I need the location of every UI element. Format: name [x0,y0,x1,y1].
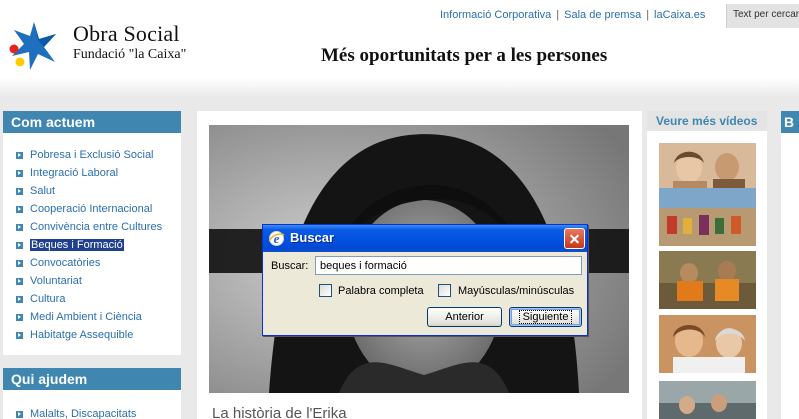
thumbnail-image-classroom [659,381,756,419]
sidebar-item-salut[interactable]: Salut [3,182,181,200]
sidebar-item-label: Habitatge Assequible [30,329,134,341]
match-case-checkbox[interactable] [438,284,451,297]
find-dialog-title: Buscar [290,230,335,245]
find-input[interactable] [315,256,582,275]
qui-ajudem-menu: Malalts, Discapacitats [3,390,181,419]
video-title[interactable]: La història de l'Erika [212,405,347,419]
sidebar-item-label: Malalts, Discapacitats [30,408,137,419]
logo-title[interactable]: Obra Social [73,21,180,47]
thumbnail-image-gardening [659,251,756,309]
arrow-bullet-icon [16,169,23,177]
arrow-bullet-icon [16,259,23,267]
close-icon[interactable] [564,228,585,249]
sidebar-item-label: Integració Laboral [30,167,119,179]
internet-explorer-icon: e [268,231,285,246]
sidebar-item-cooperacio[interactable]: Cooperació Internacional [3,200,181,218]
svg-text:e: e [274,231,280,246]
sidebar-item-label: Pobresa i Exclusió Social [30,149,154,161]
arrow-bullet-icon [16,205,23,213]
arrow-bullet-icon [16,295,23,303]
sidebar-item-malalts[interactable]: Malalts, Discapacitats [3,405,181,419]
more-videos-panel: Veure més vídeos [647,111,767,419]
sidebar-item-voluntariat[interactable]: Voluntariat [3,272,181,290]
sidebar-item-integracio-laboral[interactable]: Integració Laboral [3,164,181,182]
next-button[interactable]: Siguiente [509,307,582,327]
nav-separator: | [646,9,650,21]
arrow-bullet-icon [16,331,23,339]
page-tagline: Més oportunitats per a les persones [321,45,608,66]
right-edge-heading: B [781,111,799,133]
sidebar-item-label: Cultura [30,293,66,305]
next-button-label: Siguiente [518,310,573,324]
sidebar-item-cultura[interactable]: Cultura [3,290,181,308]
top-navigation: Informació Corporativa | Sala de premsa | la… [440,9,705,21]
arrow-bullet-icon [16,241,23,249]
sidebar-item-medi-ambient[interactable]: Medi Ambient i Ciència [3,308,181,326]
previous-button[interactable]: Anterior [427,307,502,327]
qui-ajudem-box: Qui ajudem Malalts, Discapacitats [3,368,181,419]
sidebar-item-label: Beques i Formació [30,239,124,251]
find-dialog: e Buscar Buscar: Palabra completa Mayúsc… [262,224,588,336]
header-shadow [0,78,799,98]
sidebar-item-label: Salut [30,185,56,197]
video-thumbnail-2[interactable] [659,188,756,246]
browser-page: Obra Social Fundació "la Caixa" Informac… [0,0,799,419]
sidebar-item-label: Convocatòries [30,257,101,269]
sidebar-item-label: Convivència entre Cultures [30,221,163,233]
video-thumbnail-3[interactable] [659,251,756,309]
arrow-bullet-icon [16,277,23,285]
left-sidebar: Com actuem Pobresa i Exclusió Social Int… [3,111,181,419]
more-videos-heading[interactable]: Veure més vídeos [647,111,767,131]
nav-link-sala-de-premsa[interactable]: Sala de premsa [564,9,641,21]
right-edge-panel: B [781,111,799,419]
nav-separator: | [556,9,560,21]
la-caixa-star-logo-icon[interactable] [8,20,60,72]
video-thumbnail-4[interactable] [659,315,756,373]
find-dialog-titlebar[interactable]: e Buscar [263,225,587,252]
qui-ajudem-heading: Qui ajudem [3,368,181,390]
sidebar-item-label: Cooperació Internacional [30,203,153,215]
find-label: Buscar: [271,260,309,272]
thumbnail-image-village-group [659,188,756,246]
search-text-box[interactable]: Text per cercar [726,4,799,28]
arrow-bullet-icon [16,410,23,418]
match-case-label[interactable]: Mayúsculas/minúsculas [458,285,574,297]
whole-word-label[interactable]: Palabra completa [338,285,424,297]
sidebar-item-label: Medi Ambient i Ciència [30,311,142,323]
arrow-bullet-icon [16,313,23,321]
arrow-bullet-icon [16,151,23,159]
arrow-bullet-icon [16,223,23,231]
sidebar-item-beques-formacio[interactable]: Beques i Formació [3,236,181,254]
sidebar-item-convocatories[interactable]: Convocatòries [3,254,181,272]
video-thumbnail-5[interactable] [659,381,756,419]
nav-link-informacio-corporativa[interactable]: Informació Corporativa [440,9,551,21]
com-actuem-heading: Com actuem [3,111,181,133]
thumbnail-image-laughing-women [659,315,756,373]
com-actuem-menu: Pobresa i Exclusió Social Integració Lab… [3,133,181,355]
arrow-bullet-icon [16,187,23,195]
logo-subtitle[interactable]: Fundació "la Caixa" [73,47,186,63]
whole-word-checkbox[interactable] [319,284,332,297]
nav-link-lacaixa[interactable]: laCaixa.es [654,9,705,21]
site-header: Obra Social Fundació "la Caixa" Informac… [0,0,799,83]
sidebar-item-convivencia[interactable]: Convivència entre Cultures [3,218,181,236]
sidebar-item-pobresa[interactable]: Pobresa i Exclusió Social [3,146,181,164]
com-actuem-box: Com actuem Pobresa i Exclusió Social Int… [3,111,181,355]
sidebar-item-habitatge[interactable]: Habitatge Assequible [3,326,181,344]
sidebar-item-label: Voluntariat [30,275,82,287]
